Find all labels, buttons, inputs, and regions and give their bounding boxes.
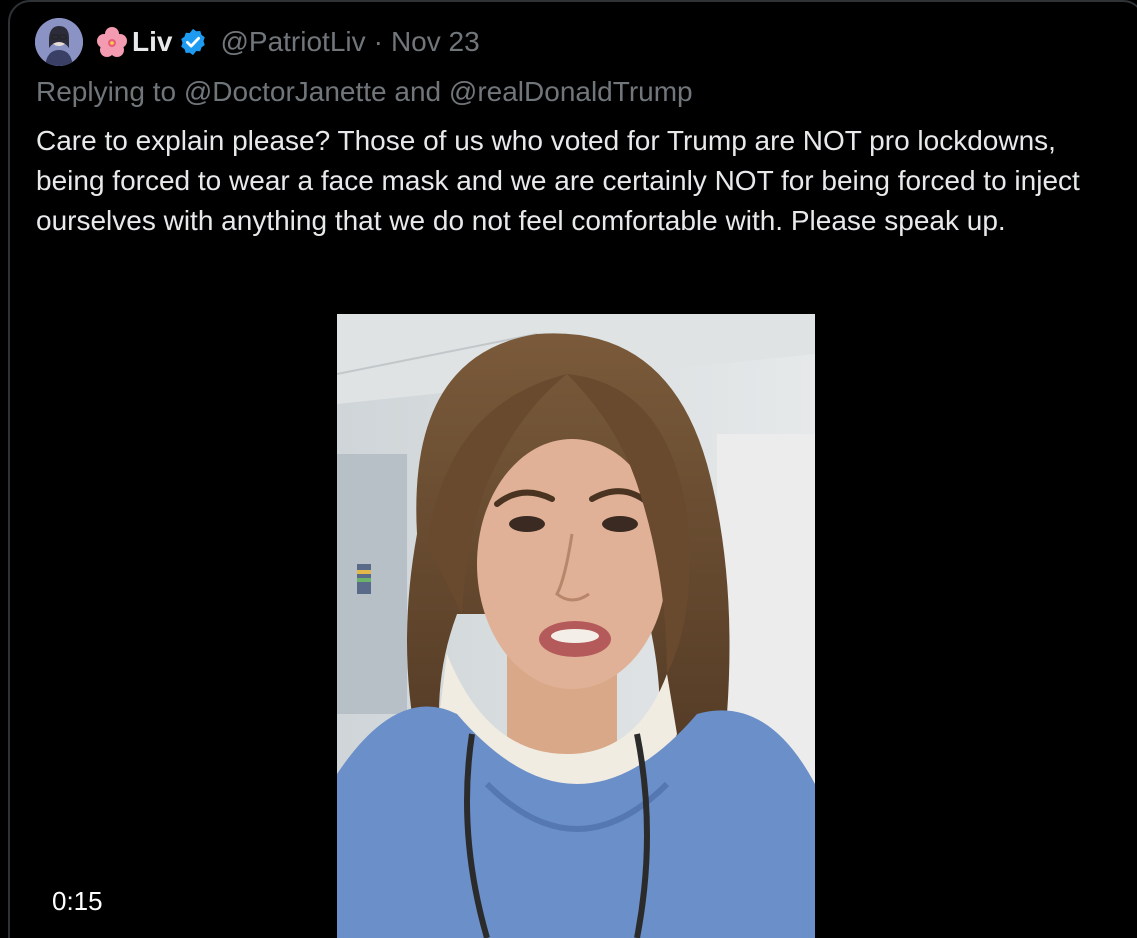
user-handle[interactable]: @PatriotLiv <box>220 26 365 58</box>
separator-dot: · <box>373 26 383 57</box>
video-player[interactable] <box>337 314 815 938</box>
verified-badge-icon[interactable] <box>178 27 208 57</box>
tweet-date[interactable]: Nov 23 <box>391 26 480 58</box>
video-frame <box>337 314 815 938</box>
tweet-page: Liv @PatriotLiv · Nov 23 Replying to @Do… <box>0 0 1137 938</box>
display-name[interactable]: Liv <box>132 26 172 58</box>
reply-mention-realdonaldtrump[interactable]: @realDonaldTrump <box>449 76 693 107</box>
tweet-body-text: Care to explain please? Those of us who … <box>36 125 1080 236</box>
video-duration: 0:15 <box>40 884 115 919</box>
reply-mention-doctorjanette[interactable]: @DoctorJanette <box>184 76 387 107</box>
tweet-header: Liv @PatriotLiv · Nov 23 <box>96 22 480 62</box>
reply-and-label: and <box>394 76 442 107</box>
avatar[interactable] <box>35 18 83 66</box>
replying-to-label: Replying to <box>36 76 177 107</box>
replying-to-line: Replying to @DoctorJanette and @realDona… <box>36 76 693 108</box>
hibiscus-emoji-icon <box>97 27 127 57</box>
avatar-image <box>35 18 83 66</box>
